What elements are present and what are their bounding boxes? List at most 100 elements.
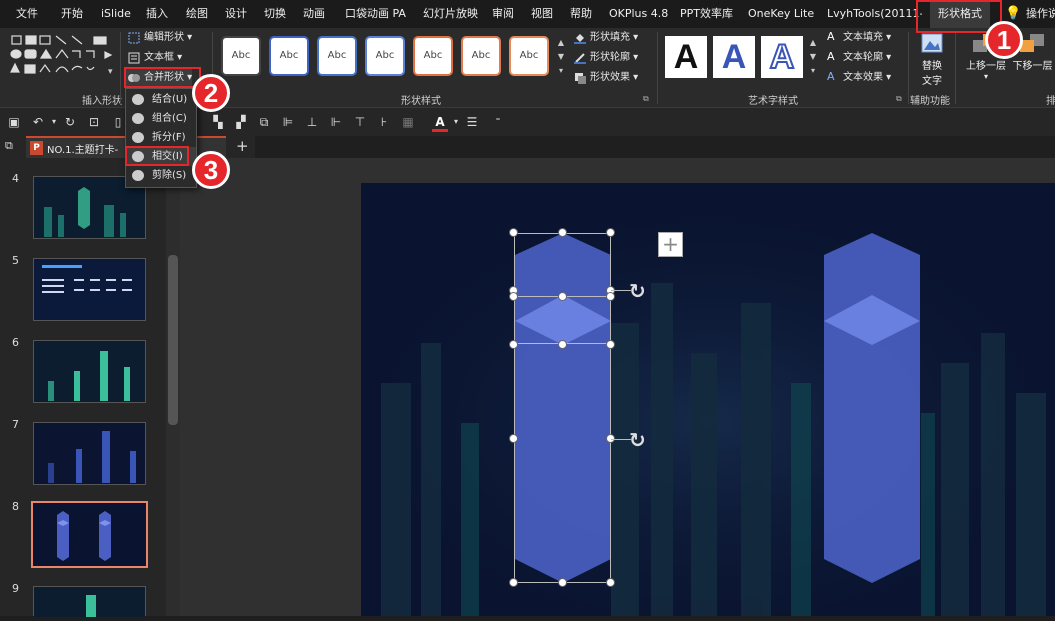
shape-style-3[interactable]: Abc — [317, 36, 357, 76]
rotate-handle-icon[interactable]: ↻ — [629, 279, 646, 303]
alt-text-button[interactable]: 替换 文字 — [914, 32, 950, 90]
chevron-down-icon[interactable]: ▾ — [46, 114, 62, 130]
menu-item-fragment[interactable]: 拆分(F) — [126, 128, 196, 147]
slideshow-icon[interactable]: ⊡ — [86, 114, 102, 130]
align-icon[interactable]: ▚ — [210, 114, 226, 130]
align-bottom-icon[interactable]: ⊦ — [376, 114, 392, 130]
resize-handle[interactable] — [606, 578, 615, 587]
shape-outline-label: 形状轮廓 — [590, 52, 630, 63]
slide-thumbnail-9[interactable] — [33, 586, 146, 617]
menu-okplus[interactable]: OKPlus 4.8 — [609, 0, 668, 28]
menu-onekey[interactable]: OneKey Lite — [748, 0, 814, 28]
menu-home[interactable]: 开始 — [61, 0, 83, 28]
menu-item-combine[interactable]: 组合(C) — [126, 109, 196, 128]
shape-effect-label: 形状效果 — [590, 72, 630, 83]
menu-view[interactable]: 视图 — [531, 0, 553, 28]
wordart-style-3[interactable]: A — [761, 36, 803, 78]
menu-review[interactable]: 审阅 — [492, 0, 514, 28]
add-icon[interactable]: + — [658, 232, 683, 257]
shape-style-2[interactable]: Abc — [269, 36, 309, 76]
resize-handle[interactable] — [558, 292, 567, 301]
dialog-launcher-icon[interactable]: ⧉ — [896, 94, 902, 104]
slide-thumbnail-6[interactable] — [33, 340, 146, 403]
shape-style-1[interactable]: Abc — [221, 36, 261, 76]
scrollbar-thumb[interactable] — [168, 255, 178, 425]
menu-help[interactable]: 帮助 — [570, 0, 592, 28]
hexagon-shape-right[interactable] — [822, 233, 922, 585]
wordart-style-1[interactable]: A — [665, 36, 707, 78]
resize-handle[interactable] — [509, 292, 518, 301]
menu-design[interactable]: 设计 — [225, 0, 247, 28]
resize-handle[interactable] — [509, 434, 518, 443]
wordart-style-2[interactable]: A — [713, 36, 755, 78]
shapes-gallery[interactable]: ▾ — [10, 34, 118, 86]
wordart-scroll[interactable]: ▲ ▼ ▾ — [808, 36, 818, 82]
rotate-handle-icon[interactable]: ↻ — [629, 428, 646, 452]
resize-handle[interactable] — [509, 340, 518, 349]
customize-qat-icon[interactable]: ⁼ — [490, 114, 506, 130]
save-icon[interactable]: ▣ — [6, 114, 22, 130]
slide-thumbnail-5[interactable] — [33, 258, 146, 321]
shape-style-5[interactable]: Abc — [413, 36, 453, 76]
menu-slideshow[interactable]: 幻灯片放映 — [423, 0, 478, 28]
menu-ppt-efficiency[interactable]: PPT效率库 — [680, 0, 733, 28]
menu-file[interactable]: 文件 — [16, 0, 38, 28]
font-color-icon[interactable]: A — [432, 114, 448, 132]
shape-style-7[interactable]: Abc — [509, 36, 549, 76]
resize-handle[interactable] — [509, 228, 518, 237]
menu-transitions[interactable]: 切换 — [264, 0, 286, 28]
shape-styles-scroll[interactable]: ▲ ▼ ▾ — [556, 36, 566, 82]
slide-8-preview — [33, 503, 146, 566]
group-icon[interactable]: ⧉ — [256, 114, 272, 130]
resize-handle[interactable] — [558, 578, 567, 587]
shape-outline-button[interactable]: 形状轮廓 ▾ — [572, 49, 638, 67]
shape-effect-button[interactable]: 形状效果 ▾ — [572, 69, 638, 87]
menu-lvyhtools[interactable]: LvyhTools(20111-) — [827, 0, 922, 28]
new-file-icon[interactable]: ▯ — [110, 114, 126, 130]
text-outline-button[interactable]: A 文本轮廓 ▾ — [825, 49, 891, 67]
shape-style-4[interactable]: Abc — [365, 36, 405, 76]
slide-number: 6 — [12, 336, 19, 349]
menu-item-subtract[interactable]: 剪除(S) — [126, 166, 196, 185]
menu-item-union[interactable]: 结合(U) — [126, 90, 196, 109]
slide: ↻ ↻ + — [361, 183, 1055, 616]
rotation-connector — [611, 290, 631, 291]
slide-thumbnail-8[interactable] — [31, 501, 148, 568]
menu-insert[interactable]: 插入 — [146, 0, 168, 28]
new-tab-icon[interactable]: + — [236, 137, 249, 155]
shape-fill-button[interactable]: 形状填充 ▾ — [572, 29, 638, 47]
redo-icon[interactable]: ↻ — [62, 114, 78, 130]
bring-front-icon[interactable]: ▞ — [233, 114, 249, 130]
menu-pocket-animation[interactable]: 口袋动画 PA — [345, 0, 406, 28]
step-badge-1: 1 — [985, 21, 1023, 59]
dialog-launcher-icon[interactable]: ⧉ — [643, 94, 649, 104]
resize-handle[interactable] — [606, 292, 615, 301]
undo-icon[interactable]: ↶ — [30, 114, 46, 130]
resize-handle[interactable] — [558, 228, 567, 237]
chevron-down-icon[interactable]: ▾ — [448, 114, 464, 130]
align-center-icon[interactable]: ⊥ — [304, 114, 320, 130]
text-effect-button[interactable]: A 文本效果 ▾ — [825, 69, 891, 87]
align-left-icon[interactable]: ⊫ — [280, 114, 296, 130]
resize-handle[interactable] — [558, 340, 567, 349]
ribbon-separator — [657, 32, 658, 104]
text-align-icon[interactable]: ☰ — [464, 114, 480, 130]
resize-handle[interactable] — [606, 228, 615, 237]
resize-handle[interactable] — [606, 340, 615, 349]
text-fill-button[interactable]: A 文本填充 ▾ — [825, 29, 891, 47]
menu-animations[interactable]: 动画 — [303, 0, 325, 28]
menu-bar: 文件 开始 iSlide 插入 绘图 设计 切换 动画 口袋动画 PA 幻灯片放… — [0, 0, 1055, 28]
menu-tell-me[interactable]: 操作说 — [1026, 0, 1055, 28]
menu-draw[interactable]: 绘图 — [186, 0, 208, 28]
align-top-icon[interactable]: ⊤ — [352, 114, 368, 130]
text-box-button[interactable]: 文本框 ▾ — [126, 49, 182, 67]
menu-islide[interactable]: iSlide — [101, 0, 131, 28]
resize-handle[interactable] — [509, 578, 518, 587]
distribute-icon[interactable]: ⊩ — [328, 114, 344, 130]
shape-style-6[interactable]: Abc — [461, 36, 501, 76]
crop-icon[interactable]: ▦ — [400, 114, 416, 130]
edit-shape-button[interactable]: 编辑形状 ▾ — [126, 29, 192, 47]
ribbon-separator — [955, 32, 956, 104]
slide-thumbnail-7[interactable] — [33, 422, 146, 485]
tab-list-icon[interactable]: ⧉ — [5, 139, 21, 155]
